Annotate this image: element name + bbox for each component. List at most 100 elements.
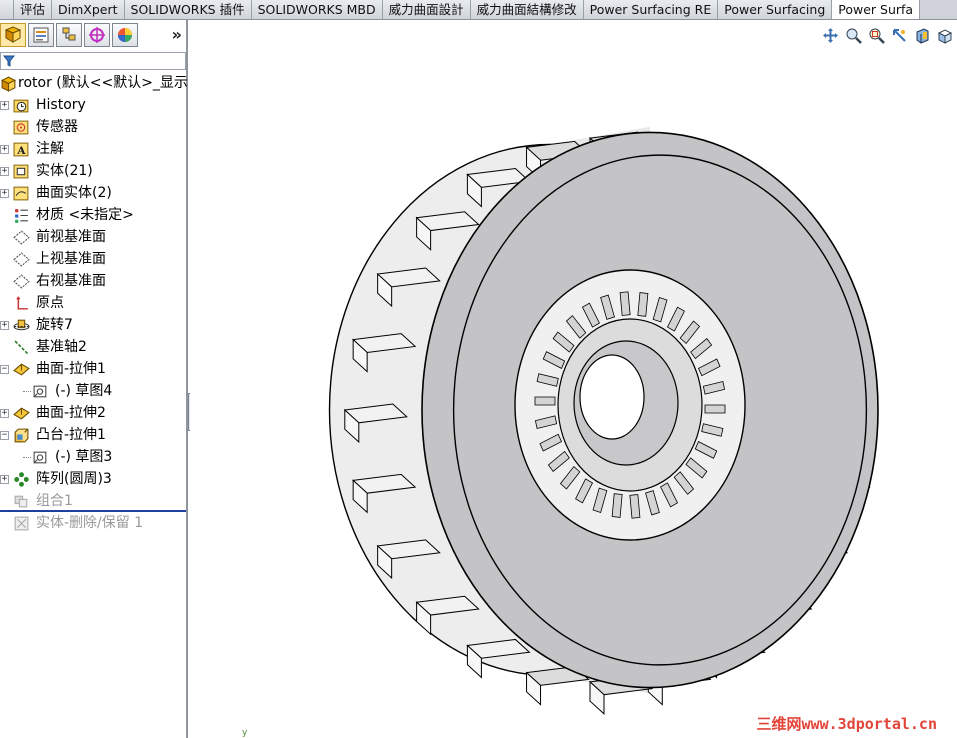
tree-item-8[interactable]: 上视基准面 [0, 248, 186, 270]
tree-item-12[interactable]: 基准轴2 [0, 336, 186, 358]
tab-8[interactable]: Power Surfacing [718, 0, 833, 19]
tree-item-label: 右视基准面 [36, 273, 106, 289]
tab-5[interactable]: 威力曲面設計 [382, 0, 471, 19]
axis-icon [14, 340, 29, 355]
annotation-icon: A [13, 142, 29, 157]
tree-item-label: 材质 <未指定> [36, 207, 134, 223]
tree-item-label: 阵列(圆周)3 [36, 471, 112, 487]
tab-display-manager[interactable] [112, 23, 138, 47]
feature-manager-icon [4, 26, 22, 43]
history-icon [13, 99, 29, 113]
tab-1[interactable]: 评估 [14, 0, 53, 19]
zoom-to-fit-button[interactable] [844, 26, 863, 45]
tree-item-20[interactable]: 实体-删除/保留 1 [0, 512, 186, 534]
feature-tree: rotor (默认<<默认>_显示 + History 传感器 + A 注解 + 实体(21) +… [0, 72, 188, 534]
tree-item-label: 组合1 [36, 493, 73, 509]
tree-item-label: 上视基准面 [36, 251, 106, 267]
tree-item-7[interactable]: 前视基准面 [0, 226, 186, 248]
manager-tab-strip: » [0, 22, 186, 48]
tree-item-15[interactable]: + 曲面-拉伸2 [0, 402, 186, 424]
combine-icon [14, 495, 28, 508]
graphics-area[interactable]: y 三维网www.3dportal.cn [190, 20, 957, 738]
command-manager-tabs: 评估 DimXpert SOLIDWORKS 插件 SOLIDWORKS MBD 威力曲… [0, 0, 957, 20]
plane-icon [13, 252, 30, 267]
tab-feature-manager[interactable] [0, 23, 26, 47]
hub-spline-tooth [629, 494, 641, 519]
tab-hidden-left[interactable] [0, 0, 14, 19]
configuration-manager-icon [62, 27, 76, 41]
tree-item-label: 原点 [36, 295, 64, 311]
tree-item-16[interactable]: − 凸台-拉伸1 [0, 424, 186, 446]
zoom-to-area-button[interactable] [867, 26, 886, 45]
surface-bodies-icon [13, 186, 29, 201]
plane-icon [13, 274, 30, 289]
expand-toggle-icon[interactable]: + [0, 321, 9, 330]
tree-item-13[interactable]: − 曲面-拉伸1 [0, 358, 186, 380]
feature-manager-panel: » rotor (默认<<默认>_显示 + History 传感器 + A 注解 + 实体(21… [0, 20, 188, 738]
expand-toggle-icon[interactable]: + [0, 475, 9, 484]
triad-indicator: y [242, 728, 248, 738]
tab-3[interactable]: SOLIDWORKS 插件 [124, 0, 252, 19]
tree-item-5[interactable]: + 曲面实体(2) [0, 182, 186, 204]
previous-view-button[interactable] [890, 26, 909, 45]
heads-up-view-toolbar [821, 26, 955, 45]
tree-root-label: rotor (默认<<默认>_显示 [18, 75, 188, 91]
tree-item-3[interactable]: + A 注解 [0, 138, 186, 160]
tree-item-9[interactable]: 右视基准面 [0, 270, 186, 292]
collapse-toggle-icon[interactable]: − [0, 365, 9, 374]
tree-item-17[interactable]: (-) 草图3 [0, 446, 186, 468]
rollback-bar[interactable] [0, 510, 186, 512]
tree-item-18[interactable]: + 阵列(圆周)3 [0, 468, 186, 490]
expand-panel-button[interactable]: » [172, 25, 182, 44]
tree-item-19[interactable]: 组合1 [0, 490, 186, 512]
expand-toggle-icon[interactable]: + [0, 409, 9, 418]
tree-item-label: 曲面-拉伸2 [36, 405, 106, 421]
rotor-model[interactable] [190, 20, 957, 738]
delete-body-icon [14, 516, 29, 531]
display-manager-icon [118, 28, 132, 42]
tree-item-14[interactable]: (-) 草图4 [0, 380, 186, 402]
plane-icon [13, 230, 30, 245]
expand-toggle-icon[interactable]: + [0, 101, 9, 110]
view-orientation-button[interactable] [936, 26, 955, 45]
tree-item-6[interactable]: 材质 <未指定> [0, 204, 186, 226]
tab-dimxpert-manager[interactable] [84, 23, 110, 47]
sketch-icon [33, 385, 47, 398]
tree-item-label: 实体-删除/保留 1 [36, 515, 144, 531]
pan-button[interactable] [821, 26, 840, 45]
tree-item-1[interactable]: + History [0, 94, 186, 116]
section-view-button[interactable] [913, 26, 932, 45]
property-manager-icon [33, 27, 49, 43]
hub-spline-tooth [704, 404, 726, 414]
hub-bore-hole [579, 354, 645, 440]
tree-item-label: (-) 草图4 [55, 383, 113, 399]
tab-6[interactable]: 威力曲面結構修改 [470, 0, 584, 19]
collapse-toggle-icon[interactable]: − [0, 431, 9, 440]
expand-toggle-icon[interactable]: + [0, 167, 9, 176]
tree-item-label: 旋转7 [36, 317, 73, 333]
tab-9[interactable]: Power Surfa [832, 0, 921, 19]
revolve-icon [13, 319, 30, 331]
boss-extrude-icon [14, 428, 29, 443]
tree-item-10[interactable]: 原点 [0, 292, 186, 314]
tree-item-11[interactable]: + 旋转7 [0, 314, 186, 336]
tree-item-2[interactable]: 传感器 [0, 116, 186, 138]
tree-item-label: 传感器 [36, 119, 78, 135]
tab-7[interactable]: Power Surfacing RE [583, 0, 719, 19]
tree-item-label: History [36, 97, 86, 113]
expand-toggle-icon[interactable]: + [0, 145, 9, 154]
tree-root-part[interactable]: rotor (默认<<默认>_显示 [0, 72, 188, 94]
tree-item-label: 基准轴2 [36, 339, 87, 355]
tab-property-manager[interactable] [28, 23, 54, 47]
tab-2[interactable]: DimXpert [52, 0, 125, 19]
sensor-icon [13, 120, 29, 135]
tree-item-label: (-) 草图3 [55, 449, 113, 465]
dimxpert-manager-icon [89, 27, 105, 43]
tab-configuration-manager[interactable] [56, 23, 82, 47]
tree-filter-field[interactable] [0, 52, 186, 70]
tree-item-label: 曲面-拉伸1 [36, 361, 106, 377]
tree-item-4[interactable]: + 实体(21) [0, 160, 186, 182]
surface-extrude-icon [13, 363, 30, 376]
expand-toggle-icon[interactable]: + [0, 189, 9, 198]
tab-4[interactable]: SOLIDWORKS MBD [251, 0, 383, 19]
